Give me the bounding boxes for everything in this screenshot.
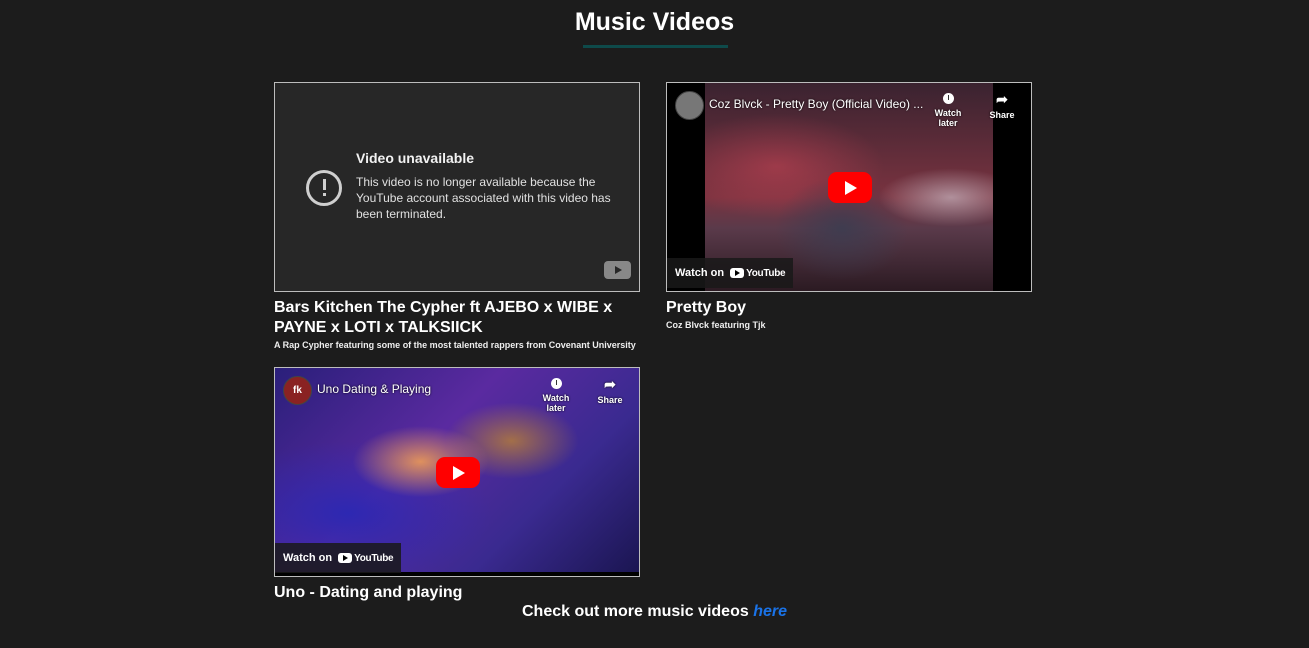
video-description: A Rap Cypher featuring some of the most … (274, 340, 636, 350)
more-videos-link[interactable]: here (753, 603, 787, 620)
share-button[interactable]: ➦ Share (978, 91, 1026, 120)
play-button[interactable] (436, 457, 480, 488)
video-card-bars-kitchen: Video unavailable This video is no longe… (274, 82, 640, 350)
clock-icon (942, 93, 954, 104)
video-description: Coz Blvck featuring Tjk (666, 320, 766, 330)
video-embed[interactable]: fk Uno Dating & Playing Watch later ➦ Sh… (274, 367, 640, 577)
youtube-logo-icon: YouTube (338, 553, 394, 564)
video-card-uno: fk Uno Dating & Playing Watch later ➦ Sh… (274, 367, 640, 603)
embed-title[interactable]: Coz Blvck - Pretty Boy (Official Video) … (709, 97, 923, 111)
unavailable-title: Video unavailable (356, 150, 475, 166)
title-underline (583, 45, 728, 48)
play-button[interactable] (828, 172, 872, 203)
clock-icon (550, 378, 562, 389)
embed-title[interactable]: Uno Dating & Playing (317, 382, 431, 396)
warning-icon (306, 170, 342, 206)
video-embed[interactable]: Video unavailable This video is no longe… (274, 82, 640, 292)
channel-avatar[interactable] (675, 91, 704, 120)
channel-avatar[interactable]: fk (283, 376, 312, 405)
video-card-pretty-boy: Coz Blvck - Pretty Boy (Official Video) … (666, 82, 1032, 330)
share-button[interactable]: ➦ Share (586, 376, 634, 405)
watch-later-button[interactable]: Watch later (924, 91, 972, 128)
video-title: Pretty Boy (666, 299, 747, 316)
watch-later-button[interactable]: Watch later (532, 376, 580, 413)
share-icon: ➦ (604, 376, 616, 392)
unavailable-panel: Video unavailable This video is no longe… (275, 83, 639, 291)
youtube-logo-icon: YouTube (730, 268, 786, 279)
unavailable-message: This video is no longer available becaus… (356, 175, 611, 221)
video-embed[interactable]: Coz Blvck - Pretty Boy (Official Video) … (666, 82, 1032, 292)
watch-on-youtube-button[interactable]: Watch on YouTube (275, 543, 402, 573)
watch-on-youtube-button[interactable]: Watch on YouTube (667, 258, 794, 288)
youtube-logo-icon[interactable] (604, 261, 631, 279)
page-title: Music Videos (574, 8, 735, 36)
share-icon: ➦ (996, 91, 1008, 107)
video-title: Uno - Dating and playing (274, 584, 463, 601)
more-videos-text: Check out more music videos here (522, 603, 787, 620)
video-title: Bars Kitchen The Cypher ft AJEBO x WIBE … (274, 299, 613, 336)
